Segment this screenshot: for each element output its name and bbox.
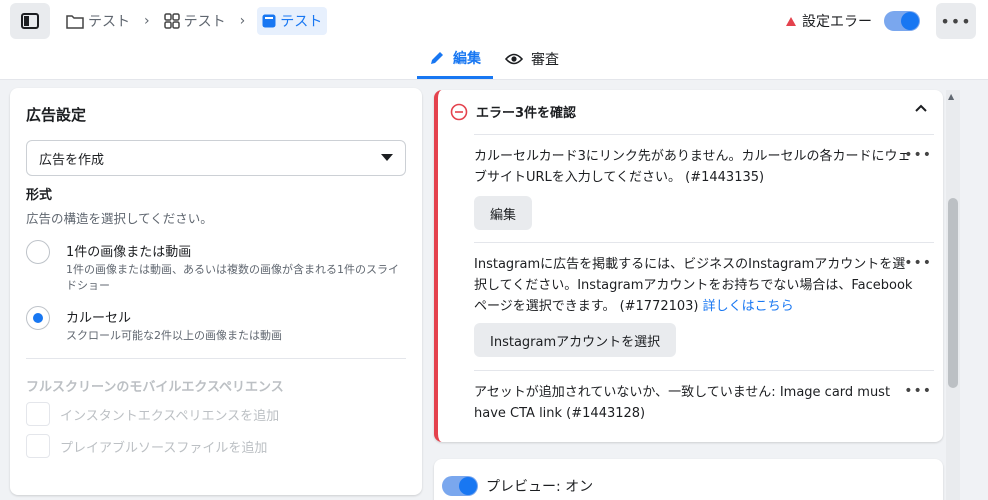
format-label: 形式	[26, 188, 53, 203]
grid-icon	[163, 13, 180, 29]
breadcrumb: テスト › テスト › テスト	[64, 6, 328, 36]
preview-toggle-row[interactable]: プレビュー: オン	[442, 476, 593, 496]
chevron-up-icon[interactable]	[915, 104, 927, 112]
more-dots-icon[interactable]: •••	[904, 383, 932, 399]
mode-tabs: 編集 審査	[417, 40, 571, 80]
error-message: Instagramに広告を掲載するには、ビジネスのInstagramアカウントを…	[474, 254, 914, 317]
more-dots-icon[interactable]: •••	[904, 255, 932, 271]
toggle-knob	[459, 477, 477, 495]
scrollbar[interactable]: ▲	[946, 90, 960, 500]
top-bar: テスト › テスト › テスト 設定エラー ••• 編集 審査	[0, 0, 988, 80]
scroll-up-icon[interactable]: ▲	[948, 92, 954, 101]
ad-icon	[262, 14, 276, 28]
ad-status-toggle[interactable]	[884, 11, 920, 31]
breadcrumb-label: テスト	[183, 14, 226, 30]
ad-setup-select[interactable]: 広告を作成	[26, 140, 406, 176]
chevron-right-icon: ›	[144, 13, 150, 29]
more-options-button[interactable]: •••	[936, 3, 976, 39]
select-instagram-account-button[interactable]: Instagramアカウントを選択	[474, 323, 677, 357]
preview-label: プレビュー: オン	[486, 479, 594, 495]
error-review-panel: エラー3件を確認 カルーセルカード3にリンク先がありません。カルーセルの各カード…	[434, 90, 943, 442]
checkbox[interactable]	[26, 402, 50, 426]
radio-button[interactable]	[26, 306, 50, 330]
preview-panel: プレビュー: オン	[434, 459, 943, 500]
status-label: 設定エラー	[802, 14, 872, 30]
breadcrumb-label: テスト	[88, 14, 130, 30]
preview-toggle[interactable]	[442, 476, 478, 496]
radio-button[interactable]	[26, 240, 50, 264]
learn-more-link[interactable]: 詳しくはこちら	[703, 299, 794, 314]
error-item: カルーセルカード3にリンク先がありません。カルーセルの各カードにウェブサイトUR…	[474, 134, 934, 242]
pencil-icon	[431, 52, 443, 64]
edit-button[interactable]: 編集	[474, 196, 533, 230]
scrollbar-thumb[interactable]	[948, 198, 958, 388]
header-tools: 設定エラー •••	[786, 3, 976, 39]
tab-edit[interactable]: 編集	[417, 40, 493, 79]
fullscreen-section-title: フルスクリーンのモバイルエクスペリエンス	[26, 380, 284, 395]
more-dots-icon: •••	[940, 11, 972, 31]
divider	[26, 358, 406, 359]
error-message: カルーセルカード3にリンク先がありません。カルーセルの各カードにウェブサイトUR…	[474, 149, 911, 185]
folder-icon	[66, 14, 84, 29]
error-message: アセットが追加されていないか、一致していません: Image card must…	[474, 385, 891, 421]
warning-triangle-icon	[786, 16, 796, 26]
breadcrumb-campaign[interactable]: テスト	[64, 7, 132, 35]
panel-title: 広告設定	[26, 106, 87, 124]
status-badge[interactable]: 設定エラー	[786, 11, 872, 31]
error-circle-icon	[450, 103, 468, 120]
error-item: Instagramに広告を掲載するには、ビジネスのInstagramアカウントを…	[474, 242, 934, 370]
breadcrumb-adset[interactable]: テスト	[162, 7, 228, 35]
select-value: 広告を作成	[39, 152, 105, 168]
error-item: アセットが追加されていないか、一致していません: Image card must…	[474, 370, 934, 430]
option-description: 1件の画像または動画、あるいは複数の画像が含まれる1件のスライドショー	[66, 263, 399, 292]
sidebar-toggle-button[interactable]	[10, 3, 50, 39]
eye-icon	[505, 53, 523, 65]
tab-label: 編集	[453, 51, 481, 67]
playable-source-option[interactable]: プレイアブルソースファイルを追加	[26, 434, 267, 458]
instant-experience-option[interactable]: インスタントエクスペリエンスを追加	[26, 402, 279, 426]
more-dots-icon[interactable]: •••	[904, 147, 932, 163]
error-title: エラー3件を確認	[476, 106, 577, 121]
option-title: カルーセル	[66, 311, 132, 326]
checkbox-label: インスタントエクスペリエンスを追加	[60, 408, 280, 424]
error-header[interactable]: エラー3件を確認	[450, 102, 576, 121]
chevron-right-icon: ›	[239, 13, 246, 29]
checkbox[interactable]	[26, 434, 50, 458]
sidebar-icon	[21, 13, 39, 29]
tab-review[interactable]: 審査	[493, 40, 571, 78]
breadcrumb-ad[interactable]: テスト	[257, 7, 328, 35]
format-help-text: 広告の構造を選択してください。	[26, 211, 213, 226]
ad-settings-panel: 広告設定 広告を作成 形式 広告の構造を選択してください。 1件の画像または動画…	[10, 88, 422, 495]
breadcrumb-label: テスト	[280, 14, 323, 30]
tab-label: 審査	[531, 52, 559, 68]
checkbox-label: プレイアブルソースファイルを追加	[60, 440, 268, 456]
toggle-knob	[901, 12, 919, 30]
option-title: 1件の画像または動画	[66, 245, 192, 260]
error-message-text: Instagramに広告を掲載するには、ビジネスのInstagramアカウントを…	[474, 257, 913, 314]
option-description: スクロール可能な2件以上の画像または動画	[66, 329, 282, 342]
caret-down-icon	[381, 154, 393, 161]
